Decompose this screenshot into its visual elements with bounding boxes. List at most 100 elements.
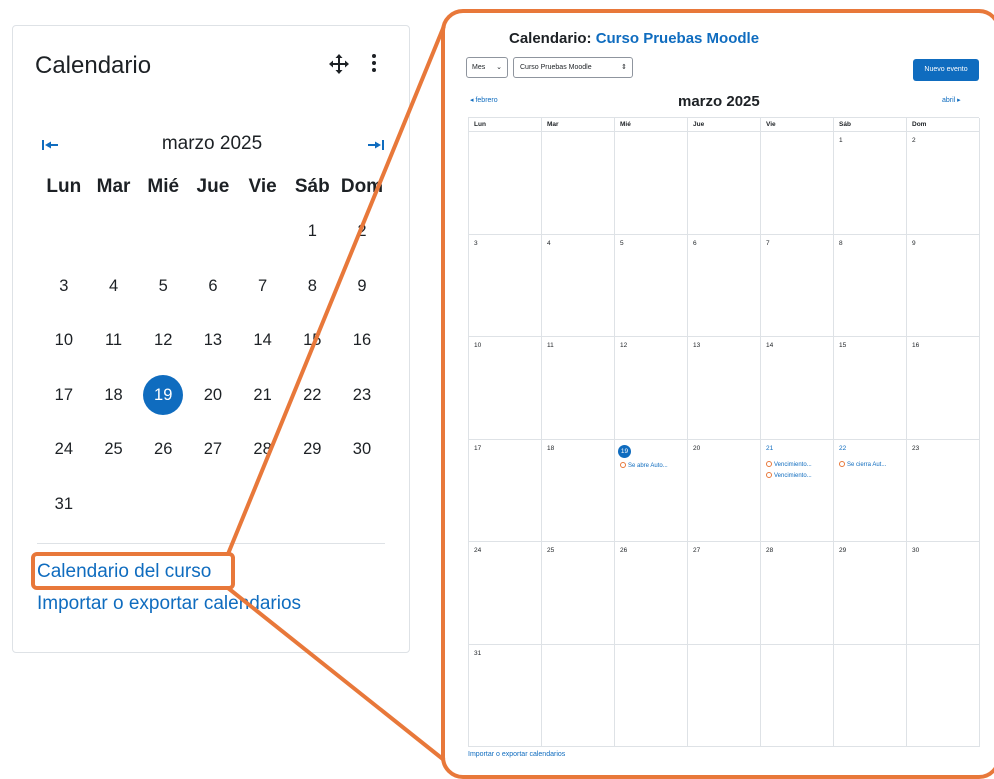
mini-day-cell[interactable]: 30 bbox=[337, 422, 387, 477]
empty-day-cell[interactable] bbox=[615, 132, 688, 235]
mini-day-cell[interactable]: 3 bbox=[39, 259, 89, 314]
day-cell[interactable]: 20 bbox=[688, 439, 761, 542]
mini-day-cell[interactable]: 12 bbox=[138, 313, 188, 368]
day-cell[interactable]: 6 bbox=[688, 234, 761, 337]
mini-day-cell[interactable]: 13 bbox=[188, 313, 238, 368]
mini-day-cell[interactable]: 28 bbox=[238, 422, 288, 477]
next-month-link[interactable]: abril ▸ bbox=[942, 96, 961, 104]
mini-day-cell[interactable]: 2 bbox=[337, 204, 387, 259]
calendar-event[interactable]: Se abre Auto... bbox=[620, 461, 687, 469]
mini-day-cell[interactable]: 24 bbox=[39, 422, 89, 477]
empty-day-cell[interactable] bbox=[761, 132, 834, 235]
mini-day-cell[interactable]: 8 bbox=[287, 259, 337, 314]
calendar-event[interactable]: Vencimiento... bbox=[766, 460, 833, 468]
day-cell[interactable]: 31 bbox=[469, 644, 542, 747]
mini-day-cell[interactable]: 21 bbox=[238, 368, 288, 423]
mini-day-cell[interactable]: 15 bbox=[287, 313, 337, 368]
day-cell[interactable]: 22 Se cierra Aut... bbox=[834, 439, 907, 542]
course-calendar-link[interactable]: Calendario del curso bbox=[37, 561, 211, 583]
mini-day-cell[interactable]: 31 bbox=[39, 477, 89, 532]
import-export-link[interactable]: Importar o exportar calendarios bbox=[37, 593, 301, 615]
day-cell[interactable]: 21 Vencimiento... Vencimiento... bbox=[761, 439, 834, 542]
mini-day-cell[interactable]: 25 bbox=[89, 422, 139, 477]
mini-day-cell[interactable]: 14 bbox=[238, 313, 288, 368]
day-number: 13 bbox=[693, 342, 701, 349]
day-cell[interactable]: 11 bbox=[542, 337, 615, 440]
day-cell[interactable]: 14 bbox=[761, 337, 834, 440]
previous-month-link[interactable]: ◂ febrero bbox=[470, 96, 498, 104]
day-cell[interactable]: 8 bbox=[834, 234, 907, 337]
mini-day-cell[interactable]: 26 bbox=[138, 422, 188, 477]
mini-day-cell[interactable]: 7 bbox=[238, 259, 288, 314]
course-name-link[interactable]: Curso Pruebas Moodle bbox=[596, 30, 759, 47]
mini-day-cell[interactable]: 10 bbox=[39, 313, 89, 368]
mini-day-cell[interactable]: 9 bbox=[337, 259, 387, 314]
day-cell[interactable]: 1 bbox=[834, 132, 907, 235]
move-icon[interactable] bbox=[327, 52, 351, 76]
empty-day-cell[interactable] bbox=[688, 132, 761, 235]
mini-day-cell[interactable]: 29 bbox=[287, 422, 337, 477]
day-cell[interactable]: 15 bbox=[834, 337, 907, 440]
mini-day-cell[interactable]: 18 bbox=[89, 368, 139, 423]
course-select[interactable]: Curso Pruebas Moodle ⇕ bbox=[513, 57, 633, 78]
empty-day-cell[interactable] bbox=[761, 644, 834, 747]
course-select-value: Curso Pruebas Moodle bbox=[520, 64, 592, 71]
day-cell[interactable]: 19 Se abre Auto... bbox=[615, 439, 688, 542]
actions-menu-icon[interactable] bbox=[369, 52, 379, 76]
empty-day-cell[interactable] bbox=[907, 644, 980, 747]
day-cell[interactable]: 2 bbox=[907, 132, 980, 235]
day-cell[interactable]: 13 bbox=[688, 337, 761, 440]
mini-day-cell[interactable]: 17 bbox=[39, 368, 89, 423]
mini-day-cell[interactable]: 22 bbox=[287, 368, 337, 423]
next-month-label: abril bbox=[942, 97, 956, 104]
day-cell[interactable]: 9 bbox=[907, 234, 980, 337]
day-cell[interactable]: 18 bbox=[542, 439, 615, 542]
next-month-icon[interactable] bbox=[367, 138, 385, 152]
day-cell[interactable]: 17 bbox=[469, 439, 542, 542]
empty-day-cell[interactable] bbox=[688, 644, 761, 747]
day-cell[interactable]: 12 bbox=[615, 337, 688, 440]
mini-day-cell[interactable]: 6 bbox=[188, 259, 238, 314]
mini-empty-cell bbox=[188, 477, 238, 532]
week-row: 31 bbox=[469, 644, 980, 747]
empty-day-cell[interactable] bbox=[542, 644, 615, 747]
day-cell[interactable]: 27 bbox=[688, 542, 761, 645]
mini-day-cell[interactable]: 1 bbox=[287, 204, 337, 259]
mini-day-cell[interactable]: 4 bbox=[89, 259, 139, 314]
empty-day-cell[interactable] bbox=[834, 644, 907, 747]
day-cell[interactable]: 16 bbox=[907, 337, 980, 440]
mini-day-cell[interactable]: 20 bbox=[188, 368, 238, 423]
empty-day-cell[interactable] bbox=[542, 132, 615, 235]
day-cell[interactable]: 24 bbox=[469, 542, 542, 645]
mini-day-cell[interactable]: 11 bbox=[89, 313, 139, 368]
day-cell[interactable]: 5 bbox=[615, 234, 688, 337]
mini-today-cell[interactable]: 19 bbox=[138, 368, 188, 423]
select-arrows-icon: ⇕ bbox=[621, 64, 627, 71]
calendar-event[interactable]: Vencimiento... bbox=[766, 471, 833, 479]
mini-day-cell[interactable]: 23 bbox=[337, 368, 387, 423]
mini-day-cell[interactable]: 27 bbox=[188, 422, 238, 477]
day-cell[interactable]: 30 bbox=[907, 542, 980, 645]
mini-day-cell[interactable]: 5 bbox=[138, 259, 188, 314]
day-cell[interactable]: 3 bbox=[469, 234, 542, 337]
day-cell[interactable]: 10 bbox=[469, 337, 542, 440]
day-cell[interactable]: 7 bbox=[761, 234, 834, 337]
day-cell[interactable]: 4 bbox=[542, 234, 615, 337]
empty-day-cell[interactable] bbox=[615, 644, 688, 747]
calendar-block: Calendario marzo 2025 Lun Mar Mié Jue Vie Sáb… bbox=[12, 25, 410, 653]
week-row: 3 4 5 6 7 8 9 bbox=[469, 234, 980, 337]
empty-day-cell[interactable] bbox=[469, 132, 542, 235]
view-select[interactable]: Mes ⌄ bbox=[466, 57, 508, 78]
new-event-button[interactable]: Nuevo evento bbox=[913, 59, 979, 81]
import-export-calendars-link[interactable]: Importar o exportar calendarios bbox=[468, 751, 565, 758]
mini-today-number: 19 bbox=[154, 385, 173, 404]
day-cell[interactable]: 29 bbox=[834, 542, 907, 645]
day-cell[interactable]: 25 bbox=[542, 542, 615, 645]
day-cell[interactable]: 26 bbox=[615, 542, 688, 645]
day-number: 1 bbox=[839, 137, 843, 144]
mini-day-cell[interactable]: 16 bbox=[337, 313, 387, 368]
day-cell[interactable]: 28 bbox=[761, 542, 834, 645]
day-cell[interactable]: 23 bbox=[907, 439, 980, 542]
calendar-event[interactable]: Se cierra Aut... bbox=[839, 460, 906, 468]
weekday-label: Jue bbox=[688, 118, 761, 132]
